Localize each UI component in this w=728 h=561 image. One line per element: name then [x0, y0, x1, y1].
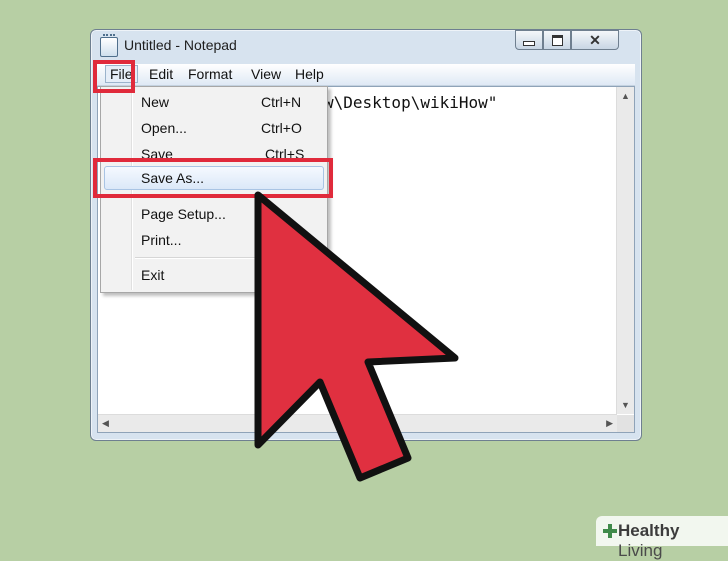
plus-leaf-icon [603, 524, 617, 538]
cursor-arrow-icon [254, 191, 459, 482]
watermark: Healthy Living [596, 516, 728, 560]
watermark-text: Healthy Living [618, 521, 680, 560]
